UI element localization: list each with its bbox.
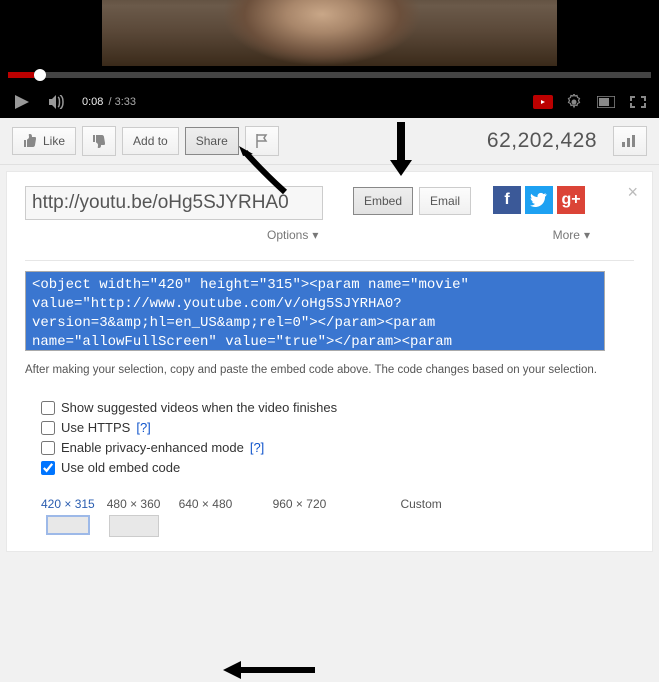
checkbox[interactable]	[41, 421, 55, 435]
checkbox[interactable]	[41, 441, 55, 455]
annotation-arrow	[219, 658, 319, 682]
size-option[interactable]: 480 × 360	[107, 497, 161, 537]
dislike-button[interactable]	[82, 126, 116, 156]
video-frame	[102, 0, 557, 66]
checkbox[interactable]	[41, 401, 55, 415]
embed-code-textarea[interactable]: <object width="420" height="315"><param …	[25, 271, 605, 351]
embed-hint: After making your selection, copy and pa…	[25, 362, 615, 378]
opt-old-embed[interactable]: Use old embed code	[41, 460, 634, 475]
size-option[interactable]: 640 × 480	[172, 497, 238, 537]
settings-icon[interactable]	[563, 91, 585, 113]
progress-bar[interactable]	[8, 72, 651, 78]
video-player[interactable]: 0:08 / 3:33	[0, 0, 659, 118]
view-count: 62,202,428	[487, 129, 597, 153]
close-icon[interactable]: ×	[627, 182, 638, 203]
more-dropdown[interactable]: More ▾	[549, 224, 594, 246]
watch-later-icon[interactable]	[533, 95, 553, 109]
embed-button[interactable]: Embed	[353, 187, 413, 215]
checkbox[interactable]	[41, 461, 55, 475]
size-selector: 420 × 315 480 × 360 640 × 480 960 × 720 …	[25, 497, 634, 537]
embed-options: Show suggested videos when the video fin…	[25, 400, 634, 475]
play-icon[interactable]	[10, 90, 34, 114]
size-option[interactable]: 420 × 315	[41, 497, 95, 535]
google-plus-icon[interactable]: g+	[557, 186, 585, 214]
fullscreen-icon[interactable]	[627, 91, 649, 113]
like-label: Like	[43, 134, 65, 148]
stats-button[interactable]	[613, 126, 647, 156]
volume-icon[interactable]	[46, 90, 70, 114]
time-display: 0:08 / 3:33	[82, 96, 136, 108]
like-button[interactable]: Like	[12, 127, 76, 155]
addto-button[interactable]: Add to	[122, 127, 179, 155]
chevron-down-icon: ▾	[584, 228, 590, 242]
share-button[interactable]: Share	[185, 127, 239, 155]
email-button[interactable]: Email	[419, 187, 471, 215]
theater-icon[interactable]	[595, 91, 617, 113]
share-panel: × Embed Email f g+ Options ▾ More ▾ <obj…	[6, 171, 653, 552]
twitter-icon[interactable]	[525, 186, 553, 214]
flag-button[interactable]	[245, 126, 279, 156]
help-icon[interactable]: [?]	[250, 440, 264, 455]
chevron-down-icon: ▾	[312, 228, 318, 242]
share-url-input[interactable]	[25, 186, 323, 220]
options-dropdown[interactable]: Options ▾	[263, 224, 322, 246]
progress-handle[interactable]	[34, 69, 46, 81]
size-custom[interactable]: Custom	[400, 497, 441, 537]
player-controls: 0:08 / 3:33	[0, 86, 659, 118]
opt-show-suggested[interactable]: Show suggested videos when the video fin…	[41, 400, 634, 415]
facebook-icon[interactable]: f	[493, 186, 521, 214]
opt-use-https[interactable]: Use HTTPS [?]	[41, 420, 634, 435]
action-bar: Like Add to Share 62,202,428	[0, 118, 659, 165]
size-option[interactable]: 960 × 720	[250, 497, 348, 537]
help-icon[interactable]: [?]	[136, 420, 150, 435]
opt-privacy[interactable]: Enable privacy-enhanced mode [?]	[41, 440, 634, 455]
progress-played	[8, 72, 34, 78]
